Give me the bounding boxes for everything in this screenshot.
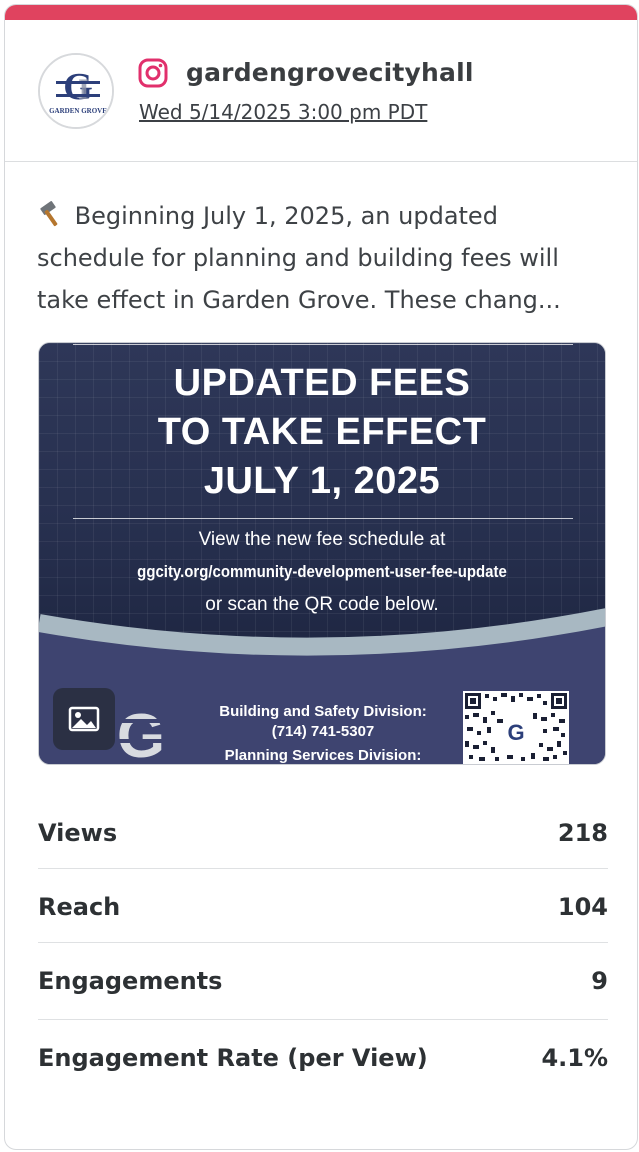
building-division-label: Building and Safety Division: (219, 703, 427, 720)
stat-value: 104 (557, 893, 608, 921)
media-subtitle: View the new fee schedule at (198, 529, 446, 550)
media-headline-line: TO TAKE EFFECT (157, 411, 487, 453)
stat-row-views: Views 218 (38, 795, 608, 869)
post-header: G I GARDEN GROVE gardengrovecityhall Wed… (5, 20, 637, 162)
svg-text:I: I (78, 73, 90, 106)
hammer-icon (40, 201, 58, 227)
garden-grove-logo: G I GARDEN GROVE (40, 55, 112, 127)
post-card: G I GARDEN GROVE gardengrovecityhall Wed… (4, 4, 638, 1150)
planning-division-label: Planning Services Division: (224, 747, 422, 764)
post-caption: Beginning July 1, 2025, an updated sched… (37, 195, 607, 321)
stat-value: 218 (557, 819, 608, 847)
stat-value: 9 (591, 967, 608, 995)
accent-bar (5, 5, 637, 20)
media-url: ggcity.org/community-development-user-fe… (137, 562, 507, 581)
stat-row-engagements: Engagements 9 (38, 943, 608, 1020)
instagram-icon (138, 58, 168, 88)
svg-text:G: G (507, 720, 524, 745)
stat-label: Reach (38, 893, 121, 921)
qr-code: G (463, 691, 569, 764)
avatar[interactable]: G I GARDEN GROVE (38, 53, 114, 129)
image-type-badge (53, 688, 115, 750)
svg-text:G: G (117, 705, 165, 763)
stats-table: Views 218 Reach 104 Engagements 9 Engage… (38, 795, 608, 1094)
stat-value: 4.1% (541, 1044, 608, 1072)
stat-label: Engagements (38, 967, 223, 995)
svg-text:GARDEN GROVE: GARDEN GROVE (49, 107, 107, 115)
media-divider (73, 518, 573, 519)
stat-label: Engagement Rate (per View) (38, 1044, 428, 1072)
post-caption-text: Beginning July 1, 2025, an updated sched… (37, 202, 561, 314)
account-name[interactable]: gardengrovecityhall (186, 58, 474, 87)
post-media-image[interactable]: UPDATED FEES TO TAKE EFFECT JULY 1, 2025… (38, 342, 606, 765)
media-headline: UPDATED FEES TO TAKE EFFECT JULY 1, 2025 (39, 359, 605, 506)
stat-label: Views (38, 819, 118, 847)
media-headline-line: JULY 1, 2025 (203, 460, 441, 502)
post-timestamp-link[interactable]: Wed 5/14/2025 3:00 pm PDT (139, 100, 427, 124)
media-divider (73, 344, 573, 345)
media-headline-line: UPDATED FEES (173, 362, 471, 404)
stat-row-engagement-rate: Engagement Rate (per View) 4.1% (38, 1020, 608, 1094)
building-division-phone: (714) 741-5307 (271, 723, 375, 740)
image-icon (68, 706, 100, 732)
stat-row-reach: Reach 104 (38, 869, 608, 943)
